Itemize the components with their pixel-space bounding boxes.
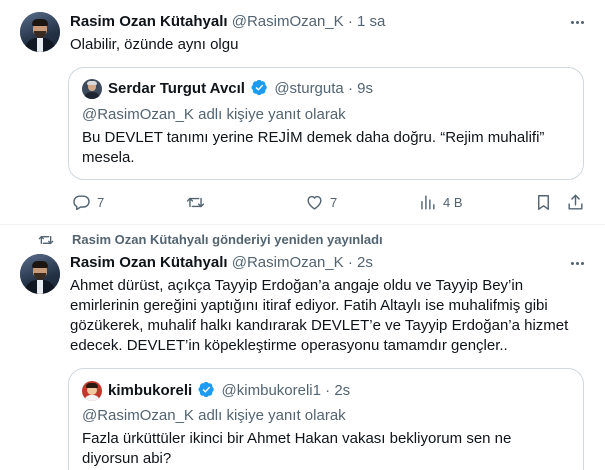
retweet-icon — [38, 236, 54, 244]
reply-icon — [73, 194, 90, 210]
bookmark-icon — [538, 194, 549, 210]
tweet-header: Rasim Ozan Kütahyalı @RasimOzan_K · 1 sa — [70, 12, 385, 32]
retweet-icon — [186, 197, 205, 207]
tweet[interactable]: Rasim Ozan Kütahyalı @RasimOzan_K · 1 sa… — [0, 0, 605, 225]
quote-timestamp: 9s — [357, 80, 373, 97]
timestamp[interactable]: 2s — [357, 254, 373, 271]
quote-author-name: Serdar Turgut Avcıl — [108, 80, 245, 97]
author-name[interactable]: Rasim Ozan Kütahyalı — [70, 13, 228, 30]
tweet-text: Ahmet dürüst, açıkça Tayyip Erdoğan’a an… — [70, 277, 569, 354]
author-handle[interactable]: @RasimOzan_K — [232, 13, 344, 30]
quoted-tweet[interactable]: kimbukoreli @kimbukoreli1 · 2s @RasimOza… — [68, 368, 584, 470]
views-button[interactable]: 4 B — [418, 191, 463, 213]
action-bar: 7 7 4 B — [68, 191, 588, 213]
quoted-tweet[interactable]: Serdar Turgut Avcıl @sturguta · 9s @Rasi… — [68, 67, 584, 180]
quote-avatar — [82, 79, 102, 99]
separator: · — [325, 382, 331, 399]
views-count: 4 B — [443, 194, 463, 210]
quote-header: Serdar Turgut Avcıl @sturguta · 9s — [108, 79, 373, 99]
verified-badge-icon — [251, 79, 267, 96]
quote-author-name: kimbukoreli — [108, 382, 193, 399]
quote-author-handle: @kimbukoreli1 — [221, 382, 321, 399]
author-handle[interactable]: @RasimOzan_K — [232, 254, 344, 271]
heart-icon — [307, 195, 322, 210]
more-icon[interactable] — [567, 12, 587, 32]
separator: · — [347, 13, 353, 30]
retweet-button[interactable] — [186, 191, 211, 213]
quote-avatar — [82, 381, 102, 401]
quote-header: kimbukoreli @kimbukoreli1 · 2s — [108, 381, 350, 401]
reply-context: @RasimOzan_K adlı kişiye yanıt olarak — [82, 106, 346, 123]
share-button[interactable] — [566, 191, 585, 213]
reply-count: 7 — [97, 194, 105, 210]
timestamp[interactable]: 1 sa — [357, 13, 385, 30]
quote-author-handle: @sturguta — [274, 80, 344, 97]
quote-text: Fazla ürküttüler ikinci bir Ahmet Hakan … — [82, 430, 512, 467]
tweet-text: Olabilir, özünde aynı olgu — [70, 36, 239, 53]
separator: · — [347, 254, 353, 271]
retweet-context[interactable]: Rasim Ozan Kütahyalı gönderiyi yeniden y… — [72, 232, 383, 248]
tweet-header: Rasim Ozan Kütahyalı @RasimOzan_K · 2s — [70, 253, 373, 273]
quote-text: Bu DEVLET tanımı yerine REJİM demek daha… — [82, 129, 545, 166]
avatar[interactable] — [20, 254, 60, 294]
author-name[interactable]: Rasim Ozan Kütahyalı — [70, 254, 228, 271]
bookmark-button[interactable] — [534, 191, 553, 213]
share-icon — [568, 194, 583, 210]
tweet[interactable]: Rasim Ozan Kütahyalı gönderiyi yeniden y… — [0, 225, 605, 470]
avatar[interactable] — [20, 12, 60, 52]
quote-timestamp: 2s — [334, 382, 351, 399]
like-button[interactable]: 7 — [305, 191, 337, 213]
reply-button[interactable]: 7 — [72, 191, 104, 213]
views-icon — [421, 194, 435, 210]
more-icon[interactable] — [567, 253, 587, 273]
verified-badge-icon — [198, 381, 215, 398]
reply-context: @RasimOzan_K adlı kişiye yanıt olarak — [82, 407, 346, 424]
separator: · — [347, 80, 353, 97]
like-count: 7 — [330, 194, 338, 210]
